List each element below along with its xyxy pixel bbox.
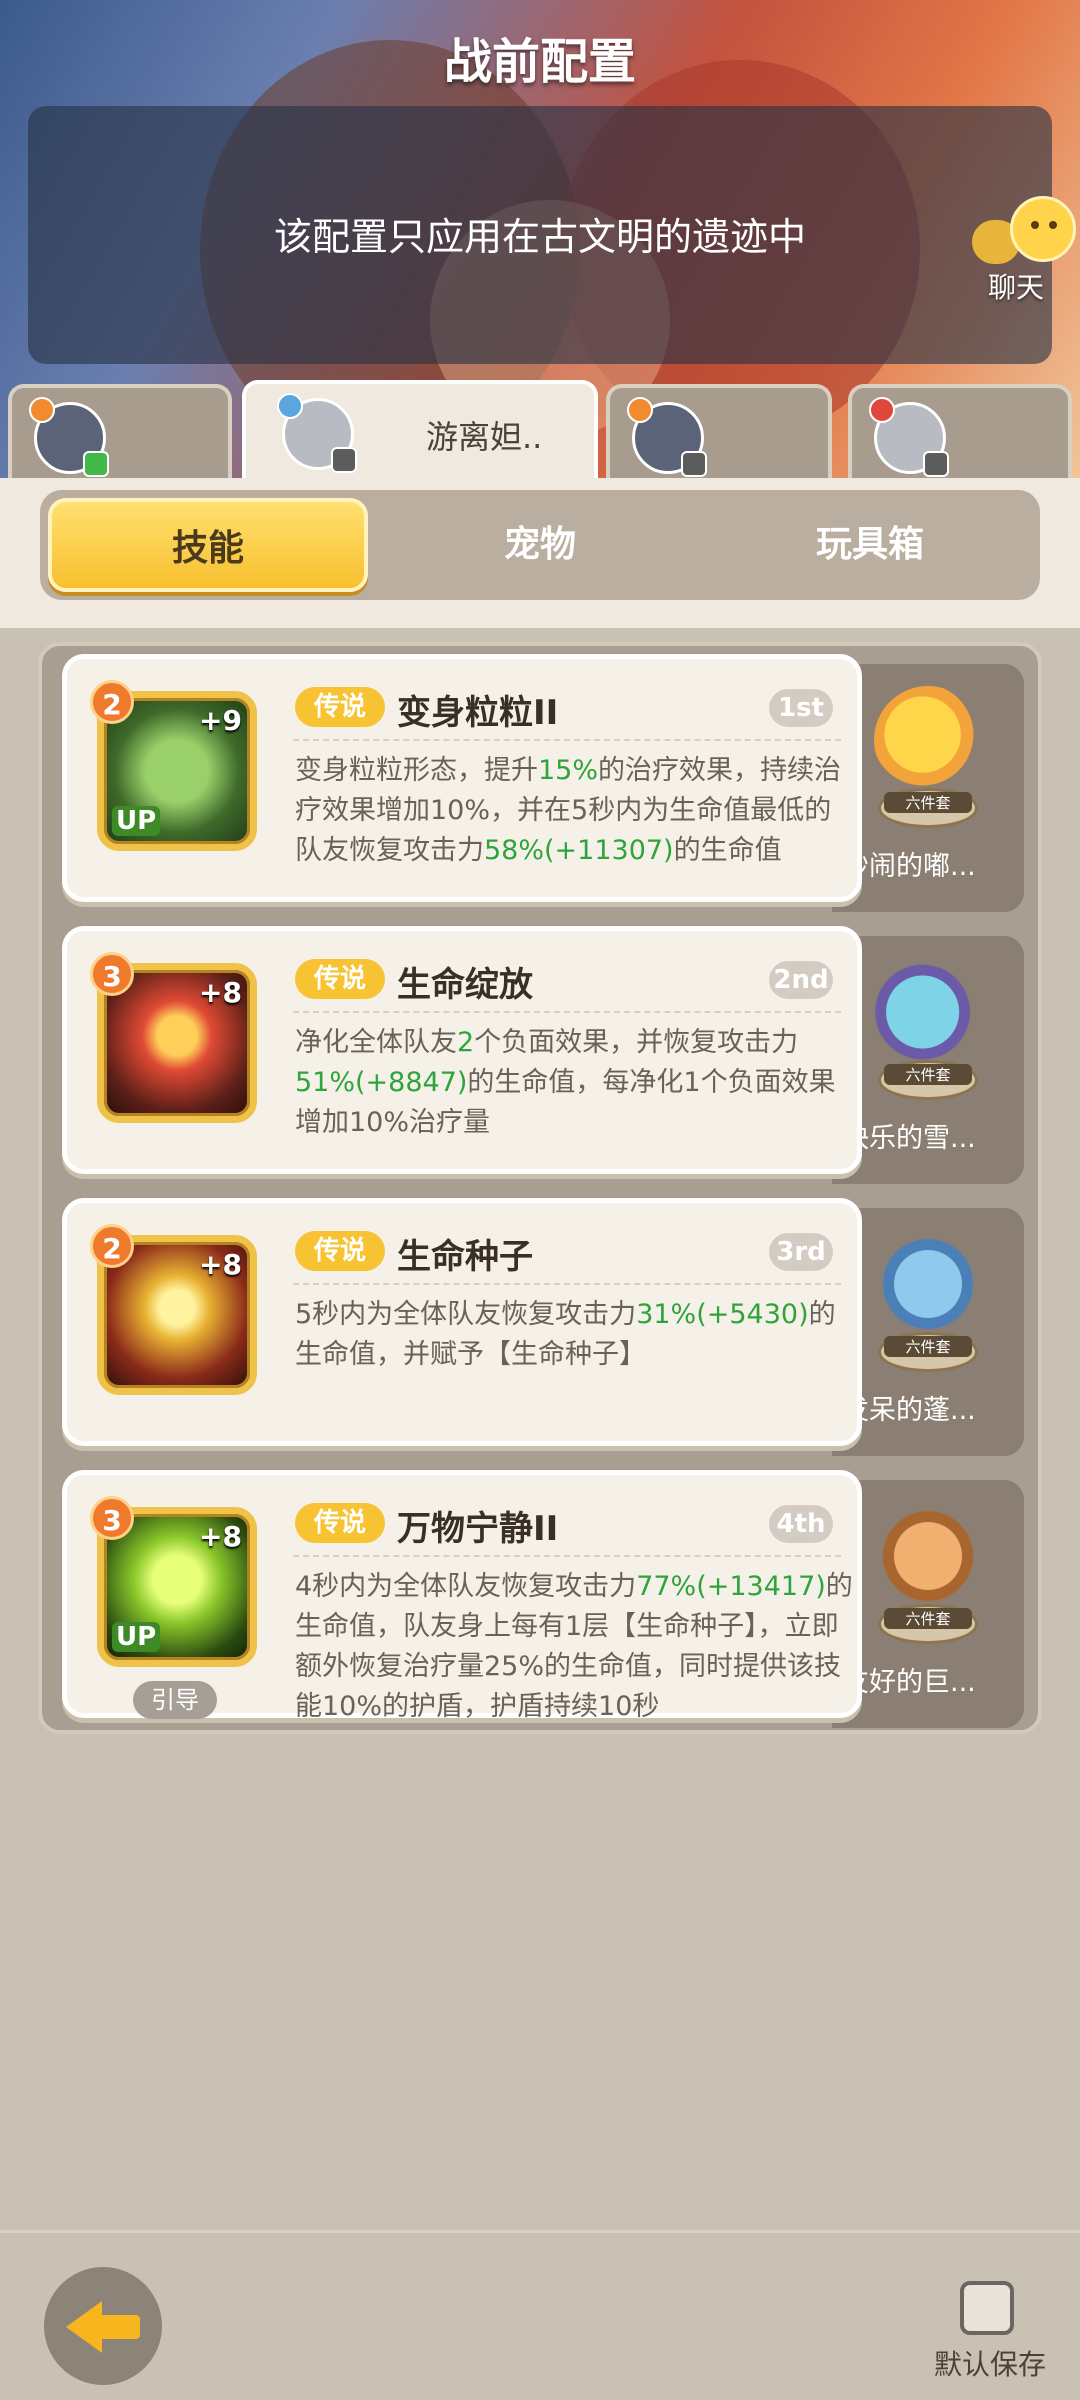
skill-rank: 2nd bbox=[769, 961, 833, 999]
rarity-badge: 传说 bbox=[295, 1231, 385, 1271]
player-tab-2[interactable]: 游离妲.. bbox=[242, 380, 598, 480]
chat-emoji-icon bbox=[1010, 196, 1076, 262]
avatar bbox=[869, 397, 949, 477]
pet-image bbox=[874, 686, 982, 794]
player-name: 游离妲.. bbox=[426, 418, 543, 456]
avatar bbox=[277, 393, 357, 473]
player-tab-1[interactable] bbox=[8, 384, 232, 478]
upgrade-badge: UP bbox=[112, 1622, 161, 1652]
skill-rank: 1st bbox=[769, 689, 833, 727]
pet-name: 友好的巨... bbox=[842, 1667, 976, 1698]
skill-level: 3 bbox=[90, 952, 134, 996]
channel-tag: 引导 bbox=[133, 1681, 217, 1719]
skill-card[interactable]: 3 +8 传说 生命绽放 2nd 净化全体队友2个负面效果，并恢复攻击力51%(… bbox=[62, 926, 862, 1174]
list-item: 六件套 发呆的蓬... 2 +8 传说 生命种子 3rd 5秒内为全体队友恢复攻… bbox=[52, 1198, 1032, 1456]
chat-label: 聊天 bbox=[988, 271, 1045, 304]
upgrade-badge: UP bbox=[112, 806, 161, 836]
pet-set-label: 六件套 bbox=[884, 1336, 972, 1357]
device-icon bbox=[923, 451, 949, 477]
skill-card[interactable]: 3 +8 UP 引导 传说 万物宁静II 4th 4秒内为全体队友恢复攻击力77… bbox=[62, 1470, 862, 1722]
tab-pets[interactable]: 宠物 bbox=[380, 498, 700, 592]
pet-set-label: 六件套 bbox=[884, 1064, 972, 1085]
skill-rank: 4th bbox=[769, 1505, 833, 1543]
player-tabs: 游离妲.. bbox=[0, 380, 1080, 480]
skill-card[interactable]: 2 +9 UP 传说 变身粒粒II 1st 变身粒粒形态，提升15%的治疗效果，… bbox=[62, 654, 862, 902]
player-tab-4[interactable] bbox=[848, 384, 1072, 478]
pet-name: 发呆的蓬... bbox=[842, 1395, 976, 1426]
skill-level: 2 bbox=[90, 1224, 134, 1268]
skill-level: 3 bbox=[90, 1496, 134, 1540]
skill-card[interactable]: 2 +8 传说 生命种子 3rd 5秒内为全体队友恢复攻击力31%(+5430)… bbox=[62, 1198, 862, 1446]
player-tab-3[interactable] bbox=[606, 384, 832, 478]
role-icon bbox=[277, 393, 303, 419]
page-title: 战前配置 bbox=[443, 34, 636, 90]
role-icon bbox=[869, 397, 895, 423]
skill-icon: 3 +8 bbox=[90, 952, 257, 1123]
back-arrow-shaft bbox=[98, 2315, 140, 2339]
skill-rank: 3rd bbox=[769, 1233, 833, 1271]
role-icon bbox=[627, 397, 653, 423]
skill-name: 万物宁静II bbox=[397, 1509, 559, 1549]
footer-bar: 默认保存 bbox=[0, 2230, 1080, 2400]
skill-description: 净化全体队友2个负面效果，并恢复攻击力51%(+8847)的生命值，每净化1个负… bbox=[295, 1027, 836, 1138]
list-item: 六件套 吵闹的嘟... 2 +9 UP 传说 变身粒粒II 1st 变身粒粒形态… bbox=[52, 654, 1032, 912]
tab-toybox[interactable]: 玩具箱 bbox=[710, 498, 1030, 592]
pet-name: 吵闹的嘟... bbox=[842, 851, 976, 882]
skill-description: 变身粒粒形态，提升15%的治疗效果，持续治疗效果增加10%，并在5秒内为生命值最… bbox=[295, 755, 842, 866]
divider bbox=[293, 739, 841, 741]
divider bbox=[293, 1011, 841, 1013]
skill-list: 六件套 吵闹的嘟... 2 +9 UP 传说 变身粒粒II 1st 变身粒粒形态… bbox=[38, 642, 1042, 1734]
list-item: 六件套 友好的巨... 3 +8 UP 引导 传说 万物宁静II 4th 4秒内… bbox=[52, 1470, 1032, 1728]
divider bbox=[293, 1555, 841, 1557]
divider bbox=[293, 1283, 841, 1285]
skill-description: 5秒内为全体队友恢复攻击力31%(+5430)的生命值，并赋予【生命种子】 bbox=[295, 1299, 836, 1370]
list-item: 六件套 快乐的雪... 3 +8 传说 生命绽放 2nd 净化全体队友2个负面效… bbox=[52, 926, 1032, 1184]
skill-icon: 3 +8 UP bbox=[90, 1496, 257, 1667]
skill-bonus: +8 bbox=[199, 1248, 242, 1281]
default-save-label: 默认保存 bbox=[934, 2348, 1047, 2381]
category-bar: 技能 宠物 玩具箱 bbox=[0, 478, 1080, 628]
rarity-badge: 传说 bbox=[295, 1503, 385, 1543]
skill-name: 生命种子 bbox=[397, 1237, 533, 1277]
skill-icon: 2 +8 bbox=[90, 1224, 257, 1395]
avatar bbox=[627, 397, 707, 477]
skill-name: 生命绽放 bbox=[397, 965, 533, 1005]
notice-panel: 该配置只应用在古文明的遗迹中 bbox=[28, 106, 1052, 364]
pet-name: 快乐的雪... bbox=[842, 1123, 976, 1154]
skill-level: 2 bbox=[90, 680, 134, 724]
notice-text: 该配置只应用在古文明的遗迹中 bbox=[273, 215, 806, 259]
role-icon bbox=[29, 397, 55, 423]
pet-image bbox=[874, 1502, 982, 1610]
skill-name: 变身粒粒II bbox=[397, 693, 559, 733]
device-icon bbox=[681, 451, 707, 477]
pet-image bbox=[874, 958, 982, 1066]
chat-button[interactable]: 聊天 bbox=[972, 196, 1076, 306]
skill-icon: 2 +9 UP bbox=[90, 680, 257, 851]
tab-skills[interactable]: 技能 bbox=[48, 498, 368, 592]
avatar bbox=[29, 397, 109, 477]
skill-bonus: +9 bbox=[199, 704, 242, 737]
pet-image bbox=[874, 1230, 982, 1338]
skill-bonus: +8 bbox=[199, 1520, 242, 1553]
device-icon bbox=[331, 447, 357, 473]
device-icon bbox=[83, 451, 109, 477]
pet-set-label: 六件套 bbox=[884, 1608, 972, 1629]
rarity-badge: 传说 bbox=[295, 687, 385, 727]
default-save-checkbox[interactable] bbox=[960, 2281, 1014, 2335]
back-arrow-icon bbox=[66, 2301, 102, 2353]
pet-set-label: 六件套 bbox=[884, 792, 972, 813]
skill-description: 4秒内为全体队友恢复攻击力77%(+13417)的生命值，队友身上每有1层【生命… bbox=[295, 1571, 853, 1722]
category-track: 技能 宠物 玩具箱 bbox=[40, 490, 1040, 600]
skill-bonus: +8 bbox=[199, 976, 242, 1009]
rarity-badge: 传说 bbox=[295, 959, 385, 999]
back-button[interactable] bbox=[44, 2267, 162, 2385]
